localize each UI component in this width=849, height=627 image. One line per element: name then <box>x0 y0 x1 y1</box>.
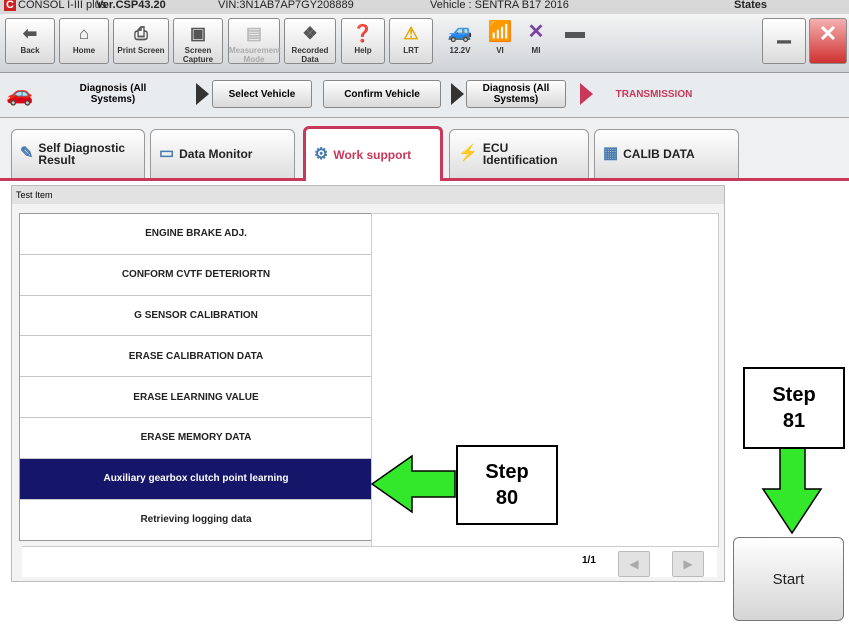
annotation-arrows <box>370 445 823 535</box>
step81-arrow-icon <box>761 445 823 535</box>
step80-arrow-icon <box>370 454 456 514</box>
step-81-callout: Step 81 <box>743 367 845 449</box>
step-80-callout: Step 80 <box>456 445 558 525</box>
